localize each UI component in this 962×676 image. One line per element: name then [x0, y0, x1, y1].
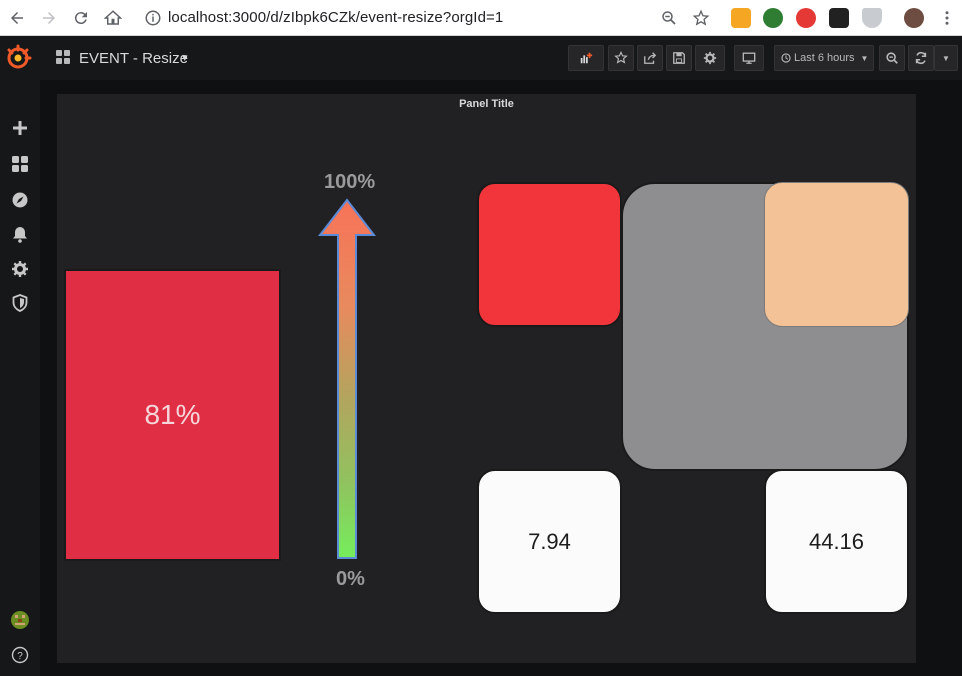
refresh-button[interactable] [908, 45, 934, 71]
clock-icon [781, 53, 791, 63]
dashboard-title[interactable]: EVENT - Resize [79, 50, 188, 67]
extension-shield-icon[interactable] [862, 8, 882, 28]
explore-icon[interactable] [9, 189, 31, 211]
tile-a-value: 7.94 [528, 528, 571, 554]
grafana-logo-icon[interactable] [4, 44, 32, 72]
save-button[interactable] [666, 45, 692, 71]
level-arrow [317, 198, 377, 559]
extension-dark-icon[interactable] [829, 8, 849, 28]
add-panel-button[interactable] [568, 45, 604, 71]
time-picker-button[interactable]: Last 6 hours ▼ [774, 45, 874, 71]
gear-icon[interactable] [9, 258, 31, 280]
value-tile-b: 44.16 [764, 469, 909, 614]
plus-icon[interactable] [9, 117, 31, 139]
bell-icon[interactable] [9, 223, 31, 245]
status-tile-red [477, 182, 622, 327]
star-button[interactable] [608, 45, 634, 71]
extension-puzzle-icon[interactable] [731, 8, 751, 28]
browser-toolbar: localhost:3000/d/zIbpk6CZk/event-resize?… [0, 0, 962, 36]
extension-globe-icon[interactable] [763, 8, 783, 28]
help-icon[interactable]: ? [9, 644, 31, 666]
gauge-value: 81% [144, 399, 201, 430]
back-icon[interactable] [5, 6, 29, 30]
tv-mode-button[interactable] [734, 45, 764, 71]
chevron-down-icon[interactable]: ▾ [182, 51, 188, 64]
gauge-tile: 81% [64, 269, 281, 561]
svg-text:?: ? [17, 651, 23, 662]
zoom-icon[interactable] [657, 6, 681, 30]
shield-icon[interactable] [9, 292, 31, 314]
chevron-down-icon: ▼ [860, 53, 869, 63]
zoom-out-button[interactable] [879, 45, 905, 71]
time-range-label: Last 6 hours [794, 52, 855, 64]
forward-icon[interactable] [37, 6, 61, 30]
tile-b-value: 44.16 [808, 528, 865, 554]
panel-title[interactable]: Panel Title [57, 98, 916, 110]
panel[interactable]: Panel Title 81% 100% 0% 7.94 44.16 [57, 94, 916, 663]
dashboard-grid-icon[interactable] [56, 50, 70, 64]
arrow-max-label: 100% [324, 171, 376, 193]
home-icon[interactable] [101, 6, 125, 30]
extension-stop-icon[interactable] [796, 8, 816, 28]
info-icon[interactable] [141, 6, 165, 30]
chevron-down-icon: ▼ [942, 53, 950, 63]
menu-dots-icon[interactable] [935, 6, 959, 30]
share-button[interactable] [637, 45, 663, 71]
address-bar-url[interactable]: localhost:3000/d/zIbpk6CZk/event-resize?… [168, 9, 503, 26]
value-tile-a: 7.94 [477, 469, 622, 614]
settings-button[interactable] [695, 45, 725, 71]
user-avatar[interactable] [9, 609, 31, 631]
side-menu: ? [0, 80, 40, 676]
profile-avatar[interactable] [904, 8, 924, 28]
refresh-interval-dropdown[interactable]: ▼ [934, 45, 958, 71]
star-icon[interactable] [689, 6, 713, 30]
arrow-min-label: 0% [336, 568, 365, 590]
status-tile-peach [764, 182, 909, 327]
reload-icon[interactable] [69, 6, 93, 30]
dashboards-icon[interactable] [9, 153, 31, 175]
